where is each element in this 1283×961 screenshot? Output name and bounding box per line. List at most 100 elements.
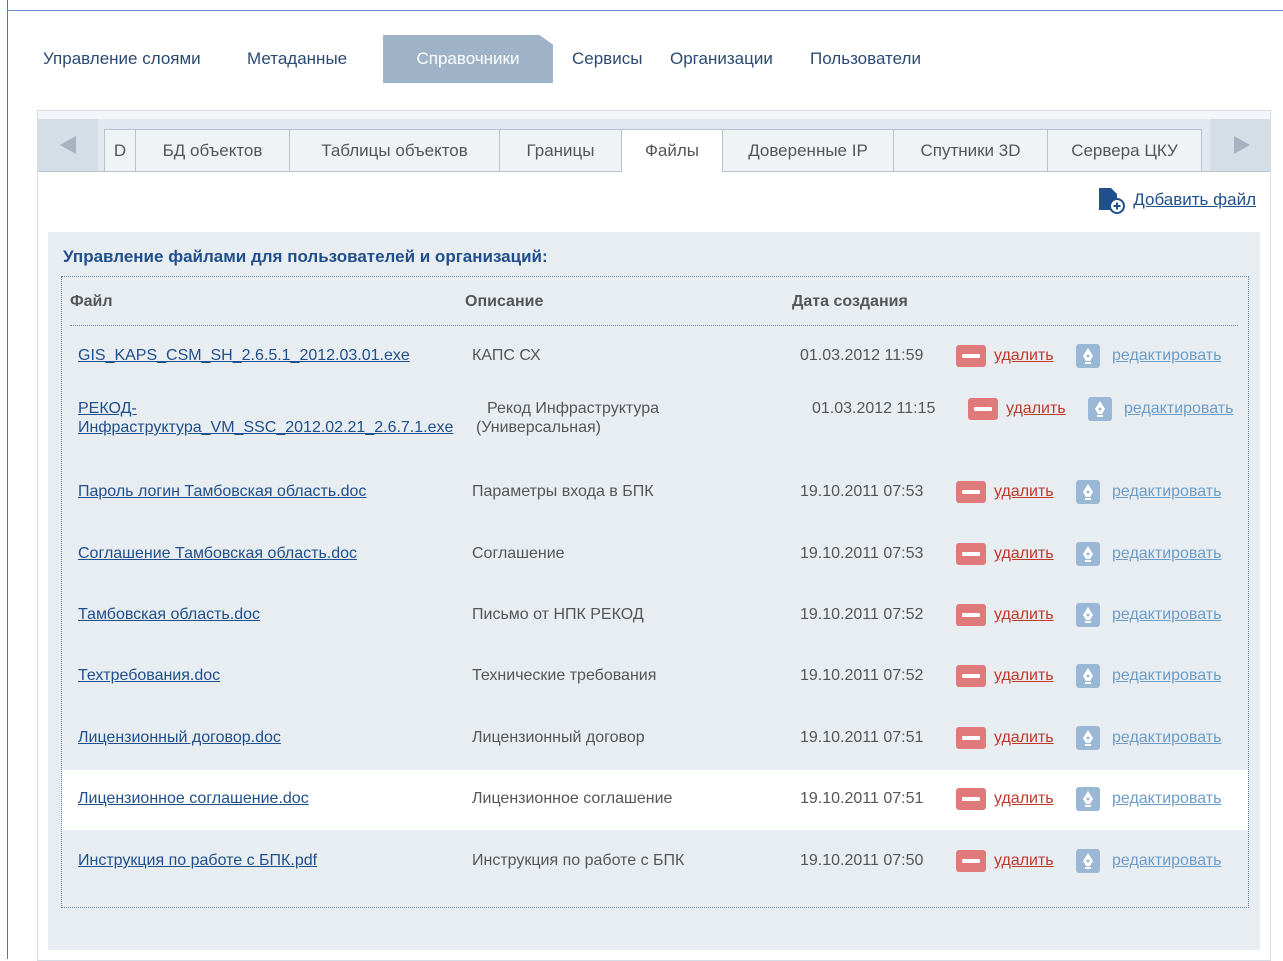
edit-button[interactable]: редактировать — [1076, 542, 1221, 566]
table-row: Соглашение Тамбовская область.doc Соглаше… — [62, 525, 1248, 585]
delete-button[interactable]: удалить — [956, 850, 1054, 872]
files-section: Управление файлами для пользователей и о… — [48, 232, 1260, 950]
delete-button[interactable]: удалить — [956, 481, 1054, 503]
delete-label: удалить — [994, 545, 1054, 562]
file-link-line1[interactable]: РЕКОД- — [78, 400, 137, 418]
pen-icon — [1076, 726, 1100, 750]
tab-bar: D БД объектов Таблицы объектов Границы Ф… — [38, 119, 1270, 172]
edit-button[interactable]: редактировать — [1076, 849, 1221, 873]
file-link[interactable]: Тамбовская область.doc — [78, 606, 260, 624]
column-header-file: Файл — [70, 293, 113, 310]
pen-icon — [1076, 787, 1100, 811]
table-row: Техтребования.doc Технические требования 1… — [62, 647, 1248, 707]
files-section-title: Управление файлами для пользователей и о… — [63, 247, 548, 266]
pen-icon — [1076, 603, 1100, 627]
tab-cku-servers[interactable]: Сервера ЦКУ — [1047, 129, 1202, 171]
delete-button[interactable]: удалить — [956, 543, 1054, 565]
tab-trusted-ip[interactable]: Доверенные IP — [722, 129, 894, 171]
file-description-line1: Рекод Инфраструктура — [487, 400, 660, 417]
window-border-left — [7, 0, 8, 959]
delete-button[interactable]: удалить — [956, 788, 1054, 810]
edit-label: редактировать — [1112, 729, 1222, 746]
minus-icon — [956, 788, 986, 810]
minus-icon — [956, 727, 986, 749]
tab-scroll-left-button[interactable] — [38, 119, 98, 171]
file-created-date: 01.03.2012 11:59 — [800, 347, 924, 364]
edit-button[interactable]: редактировать — [1076, 603, 1221, 627]
file-link[interactable]: Лицензионное соглашение.doc — [78, 790, 309, 808]
edit-button[interactable]: редактировать — [1076, 787, 1221, 811]
file-description: КАПС СХ — [472, 347, 541, 364]
minus-icon — [956, 850, 986, 872]
file-description: Технические требования — [472, 667, 657, 684]
table-row: GIS_KAPS_CSM_SH_2.6.5.1_2012.03.01.exe КА… — [62, 329, 1248, 385]
file-link[interactable]: Техтребования.doc — [78, 667, 220, 685]
tab-hidden-partial[interactable]: D — [104, 129, 136, 171]
column-header-description: Описание — [465, 293, 544, 310]
table-row: Инструкция по работе с БПК.pdf Инструкция… — [62, 831, 1248, 893]
delete-button[interactable]: удалить — [956, 604, 1054, 626]
tab-boundaries[interactable]: Границы — [499, 129, 622, 171]
file-created-date: 01.03.2012 11:15 — [812, 400, 936, 417]
pen-icon — [1076, 664, 1100, 688]
nav-item-metadata[interactable]: Метаданные — [247, 49, 347, 69]
tab-object-tables[interactable]: Таблицы объектов — [289, 129, 500, 171]
nav-item-layers[interactable]: Управление слоями — [43, 49, 201, 69]
delete-label: удалить — [994, 852, 1054, 869]
window-border-top — [7, 10, 1283, 11]
file-created-date: 19.10.2011 07:52 — [800, 667, 924, 684]
file-link[interactable]: Лицензионный договор.doc — [78, 729, 281, 747]
file-link[interactable]: Соглашение Тамбовская область.doc — [78, 545, 357, 563]
column-header-created: Дата создания — [792, 293, 908, 310]
delete-button[interactable]: удалить — [956, 345, 1054, 367]
edit-label: редактировать — [1112, 852, 1222, 869]
tab-object-db[interactable]: БД объектов — [135, 129, 290, 171]
file-description-line2: (Универсальная) — [476, 419, 601, 436]
file-description: Письмо от НПК РЕКОД — [472, 606, 644, 623]
edit-label: редактировать — [1112, 790, 1222, 807]
delete-button[interactable]: удалить — [956, 727, 1054, 749]
file-link[interactable]: Пароль логин Тамбовская область.doc — [78, 483, 366, 501]
edit-button[interactable]: редактировать — [1076, 726, 1221, 750]
edit-label: редактировать — [1112, 347, 1222, 364]
table-row: Тамбовская область.doc Письмо от НПК РЕКО… — [62, 586, 1248, 646]
file-link[interactable]: Инструкция по работе с БПК.pdf — [78, 852, 317, 870]
minus-icon — [968, 398, 998, 420]
edit-button[interactable]: редактировать — [1076, 664, 1221, 688]
delete-button[interactable]: удалить — [968, 398, 1066, 420]
file-description: Параметры входа в БПК — [472, 483, 654, 500]
edit-button[interactable]: редактировать — [1088, 397, 1233, 421]
nav-item-users[interactable]: Пользователи — [810, 49, 921, 69]
add-file-label: Добавить файл — [1133, 190, 1256, 209]
edit-button[interactable]: редактировать — [1076, 344, 1221, 368]
nav-item-directories[interactable]: Справочники — [383, 35, 553, 83]
file-created-date: 19.10.2011 07:51 — [800, 729, 924, 746]
add-file-button[interactable]: Добавить файл — [1097, 186, 1256, 214]
edit-label: редактировать — [1124, 400, 1234, 417]
tab-satellites-3d[interactable]: Спутники 3D — [893, 129, 1048, 171]
file-description: Лицензионный договор — [472, 729, 645, 746]
tab-scroll-right-button[interactable] — [1210, 119, 1270, 171]
edit-button[interactable]: редактировать — [1076, 480, 1221, 504]
file-link[interactable]: GIS_KAPS_CSM_SH_2.6.5.1_2012.03.01.exe — [78, 347, 410, 365]
edit-label: редактировать — [1112, 667, 1222, 684]
nav-item-services[interactable]: Сервисы — [572, 49, 642, 69]
file-description: Инструкция по работе с БПК — [472, 852, 685, 869]
delete-label: удалить — [994, 606, 1054, 623]
directories-panel: D БД объектов Таблицы объектов Границы Ф… — [37, 110, 1271, 961]
file-description: Соглашение — [472, 545, 565, 562]
delete-label: удалить — [994, 483, 1054, 500]
file-created-date: 19.10.2011 07:50 — [800, 852, 924, 869]
edit-label: редактировать — [1112, 606, 1222, 623]
nav-item-organizations[interactable]: Организации — [670, 49, 773, 69]
pen-icon — [1076, 344, 1100, 368]
delete-button[interactable]: удалить — [956, 665, 1054, 687]
tab-files[interactable]: Файлы — [621, 129, 723, 172]
file-link-line2[interactable]: Инфраструктура_VM_SSC_2012.02.21_2.6.7.1… — [78, 419, 453, 437]
file-created-date: 19.10.2011 07:53 — [800, 483, 924, 500]
edit-label: редактировать — [1112, 545, 1222, 562]
table-row: РЕКОД- Инфраструктура_VM_SSC_2012.02.21_2… — [62, 382, 1248, 462]
files-tab-content: Добавить файл Управление файлами для пол… — [38, 172, 1270, 960]
files-table: Файл Описание Дата создания GIS_KAPS_CSM… — [61, 276, 1249, 908]
minus-icon — [956, 481, 986, 503]
